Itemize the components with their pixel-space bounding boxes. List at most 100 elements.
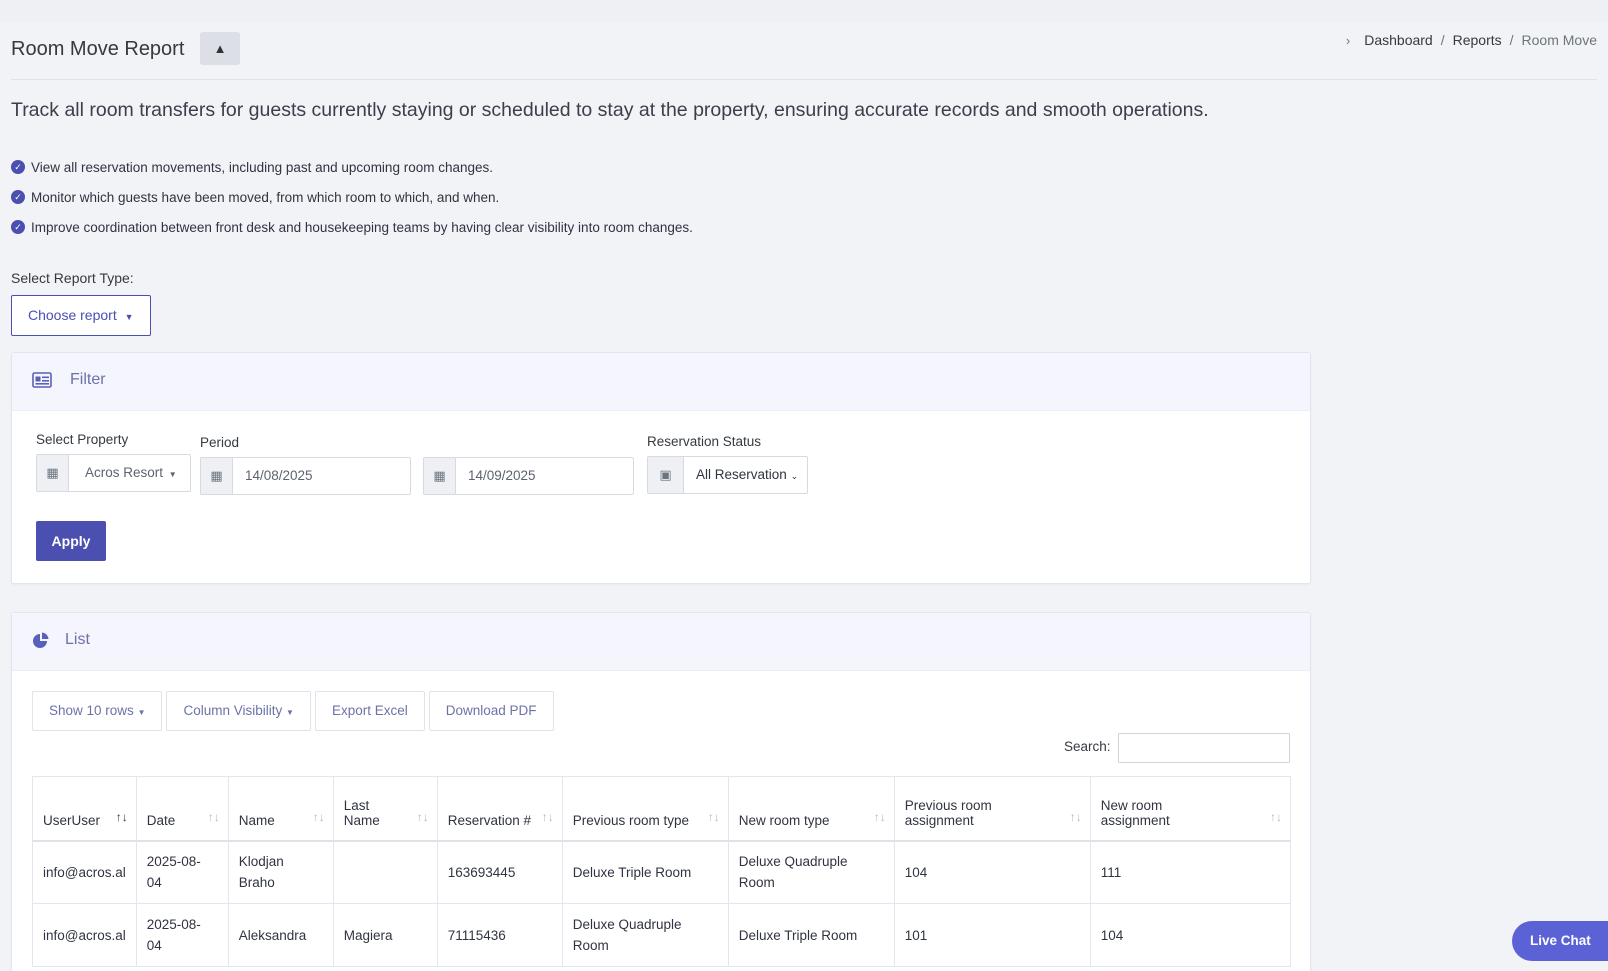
pie-chart-icon <box>32 632 52 650</box>
table-row[interactable]: info@acros.al 2025-08-04 Klodjan Braho 1… <box>32 840 1292 904</box>
status-label: Reservation Status <box>647 434 762 449</box>
cell-new-room-type-text: Deluxe Quadruple Room <box>738 854 848 891</box>
cell-previous-room-type: Deluxe Quadruple Room <box>561 903 729 967</box>
sort-icon: ↑↓ <box>312 809 325 824</box>
cell-previous-room-assignment: 101 <box>893 903 1091 967</box>
page-title: Room Move Report <box>11 38 185 60</box>
column-header-reservation[interactable]: Reservation # ↑↓ <box>436 776 563 842</box>
date-from-value: 14/08/2025 <box>245 468 313 483</box>
period-label: Period <box>200 435 240 450</box>
id-card-icon <box>32 372 52 390</box>
cell-reservation: 163693445 <box>436 840 563 904</box>
column-label: New room type <box>738 812 830 828</box>
caret-down-icon: ▼ <box>286 708 294 717</box>
table-header-row: UserUser ↑↓ Date ↑↓ Name ↑↓ Last Name ↑↓ Res… <box>32 776 1292 842</box>
breadcrumb-reports[interactable]: Reports <box>1453 32 1502 48</box>
column-label: Previous room assignment <box>904 797 992 828</box>
sort-icon: ↑↓ <box>1069 809 1082 824</box>
top-bar <box>0 0 1608 22</box>
sort-icon: ↑↓ <box>207 809 220 824</box>
check-circle-icon: ✓ <box>11 160 25 174</box>
check-circle-icon: ✓ <box>11 220 25 234</box>
show-rows-label: Show 10 rows <box>49 703 134 718</box>
reservation-status-select[interactable]: ▣ All Reservation ⌄ <box>647 456 808 494</box>
sort-icon: ↑↓ <box>873 809 886 824</box>
cell-previous-room-type: Deluxe Triple Room <box>561 840 729 904</box>
feature-text: Monitor which guests have been moved, fr… <box>31 189 500 205</box>
column-label: Date <box>146 812 176 828</box>
column-header-previous-room-assignment[interactable]: Previous room assignment ↑↓ <box>893 776 1091 842</box>
building-icon: ▦ <box>37 455 69 491</box>
date-from-field[interactable]: ▦ 14/08/2025 <box>200 457 411 495</box>
cell-user: info@acros.al <box>32 903 137 967</box>
column-visibility-button[interactable]: Column Visibility ▼ <box>166 691 311 731</box>
list-card: List Show 10 rows ▼ Column Visibility ▼ … <box>11 612 1311 971</box>
property-select[interactable]: ▦ Acros Resort ▼ <box>36 454 191 492</box>
column-header-name[interactable]: Name ↑↓ <box>227 776 334 842</box>
show-rows-button[interactable]: Show 10 rows ▼ <box>32 691 163 731</box>
caret-down-icon: ▼ <box>124 312 134 322</box>
feature-list: ✓ View all reservation movements, includ… <box>11 152 693 242</box>
breadcrumb-separator: / <box>1509 32 1514 48</box>
filter-card-header: Filter <box>12 353 1310 411</box>
choose-report-dropdown[interactable]: Choose report ▼ <box>11 295 151 336</box>
check-circle-icon: ✓ <box>11 190 25 204</box>
column-label: Reservation # <box>447 812 532 828</box>
cell-name: Aleksandra <box>227 903 334 967</box>
search-label: Search: <box>1064 739 1111 754</box>
column-header-new-room-assignment[interactable]: New room assignment ↑↓ <box>1089 776 1292 842</box>
page-header: Room Move Report ▲ › Dashboard / Reports… <box>11 30 1597 80</box>
chevron-right-icon: › <box>1345 32 1351 48</box>
feature-item: ✓ Improve coordination between front des… <box>11 212 693 242</box>
column-header-new-room-type[interactable]: New room type ↑↓ <box>727 776 895 842</box>
column-visibility-label: Column Visibility <box>183 703 283 718</box>
status-value-text: All Reservation <box>696 467 787 482</box>
property-label: Select Property <box>36 432 129 447</box>
breadcrumb-room-move: Room Move <box>1521 32 1597 48</box>
sort-asc-icon: ↑↓ <box>115 809 128 824</box>
breadcrumb: › Dashboard / Reports / Room Move <box>1346 32 1597 48</box>
calendar-icon: ▦ <box>424 458 456 494</box>
search-input[interactable] <box>1118 733 1290 763</box>
download-pdf-button[interactable]: Download PDF <box>428 691 554 731</box>
intro-text: Track all room transfers for guests curr… <box>11 99 1209 121</box>
date-to-field[interactable]: ▦ 14/09/2025 <box>423 457 634 495</box>
cell-previous-room-assignment: 104 <box>893 840 1091 904</box>
feature-text: View all reservation movements, includin… <box>31 159 493 175</box>
sort-icon: ↑↓ <box>416 809 429 824</box>
sort-icon: ↑↓ <box>707 809 720 824</box>
cell-date-text: 2025-08-04 <box>146 854 201 891</box>
filter-title: Filter <box>70 371 106 388</box>
status-select-value: All Reservation ⌄ <box>684 457 798 493</box>
column-header-user[interactable]: UserUser ↑↓ <box>32 776 137 842</box>
feature-item: ✓ View all reservation movements, includ… <box>11 152 693 182</box>
column-label: Name <box>238 812 275 828</box>
cell-last-name: Magiera <box>332 903 438 967</box>
breadcrumb-separator: / <box>1440 32 1445 48</box>
cell-new-room-assignment: 104 <box>1089 903 1292 967</box>
caret-down-icon: ▼ <box>168 470 177 479</box>
column-header-previous-room-type[interactable]: Previous room type ↑↓ <box>561 776 729 842</box>
column-label: Previous room type <box>572 812 690 828</box>
breadcrumb-dashboard[interactable]: Dashboard <box>1364 32 1433 48</box>
column-label: Last Name <box>343 797 380 828</box>
report-type-label: Select Report Type: <box>11 270 134 286</box>
table-toolbar: Show 10 rows ▼ Column Visibility ▼ Expor… <box>32 691 554 731</box>
collapse-button[interactable]: ▲ <box>200 32 240 65</box>
cell-name-text: Klodjan Braho <box>238 854 284 891</box>
export-excel-button[interactable]: Export Excel <box>314 691 425 731</box>
chevron-down-icon: ⌄ <box>790 471 799 481</box>
cell-user: info@acros.al <box>32 840 137 904</box>
door-icon: ▣ <box>648 457 684 493</box>
live-chat-button[interactable]: Live Chat <box>1512 921 1608 961</box>
cell-new-room-assignment: 111 <box>1089 840 1292 904</box>
column-label: UserUser <box>43 812 101 828</box>
cell-new-room-type: Deluxe Triple Room <box>727 903 895 967</box>
column-header-date[interactable]: Date ↑↓ <box>135 776 229 842</box>
feature-text: Improve coordination between front desk … <box>31 219 693 235</box>
cell-date-text: 2025-08-04 <box>146 917 201 953</box>
room-move-table: UserUser ↑↓ Date ↑↓ Name ↑↓ Last Name ↑↓ Res… <box>32 776 1292 967</box>
table-row[interactable]: info@acros.al 2025-08-04 Aleksandra Magi… <box>32 903 1292 967</box>
apply-button[interactable]: Apply <box>36 521 106 561</box>
column-header-last-name[interactable]: Last Name ↑↓ <box>332 776 438 842</box>
